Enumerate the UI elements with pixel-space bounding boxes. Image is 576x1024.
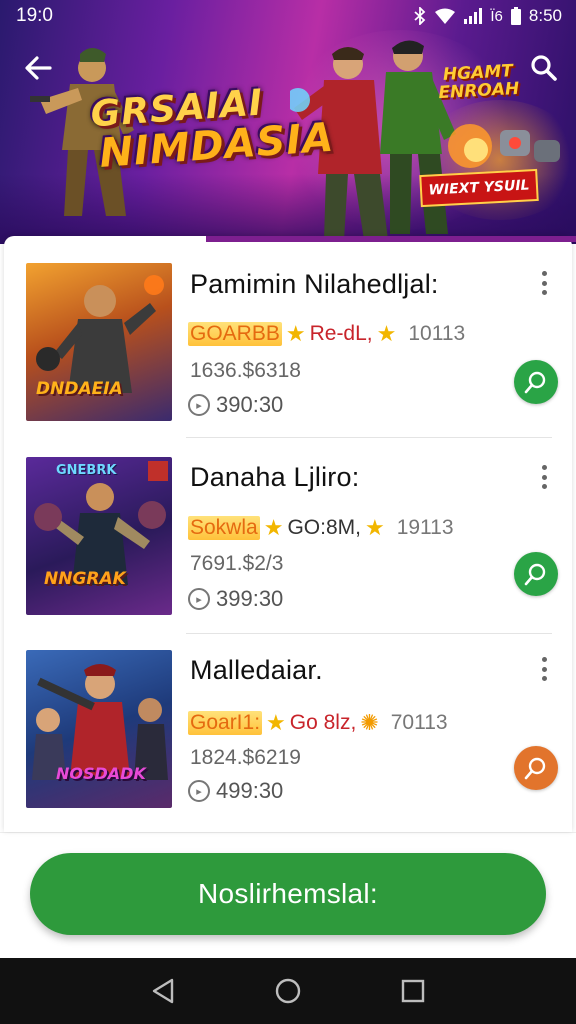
game-list: DNDAEIA Pamimin Nilahedljal: GOARBB ★ Re… [4,236,572,832]
game-tag: GOARBB [188,322,282,346]
nav-recents-button[interactable] [393,971,433,1011]
game-title[interactable]: Pamimin Nilahedljal: [190,269,439,300]
wifi-icon [435,8,456,24]
hero-progress-strip [206,236,576,242]
battery-icon [510,7,521,25]
game-count: 70113 [390,711,448,734]
circle-home-icon [275,978,301,1004]
arrow-left-icon [25,56,52,80]
star-icon: ★ [285,321,306,346]
triangle-back-icon [152,978,173,1004]
duration-value: 499:30 [216,778,284,803]
hero-game-logo: GRSAIAI NIMDASIA [89,78,335,178]
list-item[interactable]: GNEBRK NNGRAK Danaha Ljliro: Sokwla ★ GO… [4,430,572,624]
bluetooth-icon [414,7,426,25]
clock-icon: ▸ [188,394,210,416]
more-options-button[interactable] [536,654,552,684]
game-title[interactable]: Danaha Ljliro: [190,462,359,493]
game-thumbnail[interactable]: GNEBRK NNGRAK [26,457,172,615]
dot-icon [541,484,547,489]
play-button[interactable] [514,360,558,404]
more-options-button[interactable] [536,268,552,298]
status-icons: Ï6 8:50 [414,6,562,26]
app-screen: GRSAIAI NIMDASIA HGAMT ENROAH WIEXT YSUI… [0,0,576,1024]
game-count: 19113 [396,516,454,539]
search-icon [531,55,557,81]
dot-icon [541,465,547,470]
dot-icon [541,666,547,672]
burst-icon: ✺ [360,710,379,735]
game-thumbnail[interactable]: NOSDADK [26,650,172,808]
dot-icon [541,676,547,681]
hero-cta-button[interactable]: WIEXT YSUIL [419,168,539,208]
duration-value: 399:30 [216,586,284,611]
search-button[interactable] [526,50,562,86]
dot-icon [541,290,547,295]
nav-home-button[interactable] [268,971,308,1011]
game-tag: GoarI1: [188,711,263,735]
game-meta: Sokwla ★ GO:8M, ★ 19113 [188,515,454,541]
dot-icon [541,474,547,480]
game-duration: ▸ 499:30 [188,778,283,804]
game-count: 10113 [408,322,466,345]
status-time-left: 19:0 [16,5,53,26]
game-size: 7691.$2/3 [190,552,284,575]
game-title[interactable]: Malledaiar. [190,655,323,686]
game-size: 1824.$6219 [190,746,301,769]
duration-value: 390:30 [216,392,284,417]
back-button[interactable] [20,50,56,86]
signal-icon [464,8,483,24]
play-button[interactable] [514,746,558,790]
star-icon: ★ [376,321,397,346]
star-icon: ★ [364,515,385,540]
system-nav-bar [0,958,576,1024]
game-meta: GoarI1: ★ Go 8lz, ✺ 70113 [188,710,448,736]
game-meta: GOARBB ★ Re-dL, ★ 10113 [188,321,465,347]
game-genre: Go 8lz, [289,711,357,734]
play-search-icon [524,563,546,586]
hero-badge-line2: ENROAH [438,78,520,104]
more-options-button[interactable] [536,462,552,492]
dot-icon [541,657,547,662]
play-search-icon [524,757,546,780]
thumbnail-art [34,461,168,585]
play-button[interactable] [514,552,558,596]
status-bar: 19:0 Ï6 8:50 [0,0,576,32]
primary-action-button[interactable]: Noslirhemslal: [30,853,546,935]
game-size: 1636.$6318 [190,359,301,382]
hero-badge: HGAMT ENROAH [437,61,520,104]
game-duration: ▸ 399:30 [188,586,283,612]
game-genre: GO:8M, [287,516,361,539]
thumbnail-title: NNGRAK [44,569,126,589]
thumbnail-title: DNDAEIA [36,379,123,399]
star-icon: ★ [263,515,284,540]
status-network: Ï6 [490,7,503,25]
nav-back-button[interactable] [143,971,183,1011]
list-item[interactable]: NOSDADK Malledaiar. GoarI1: ★ Go 8lz, ✺ … [4,626,572,820]
thumbnail-art [32,664,168,780]
game-tag: Sokwla [188,516,260,540]
dot-icon [541,271,547,276]
status-time-right: 8:50 [528,6,562,25]
clock-icon: ▸ [188,588,210,610]
clock-icon: ▸ [188,780,210,802]
game-duration: ▸ 390:30 [188,392,283,418]
play-search-icon [524,371,546,394]
hero-banner[interactable]: GRSAIAI NIMDASIA HGAMT ENROAH WIEXT YSUI… [0,0,576,244]
list-item[interactable]: DNDAEIA Pamimin Nilahedljal: GOARBB ★ Re… [4,236,572,430]
game-genre: Re-dL, [309,322,373,345]
thumbnail-title: NOSDADK [56,764,146,783]
star-icon: ★ [266,710,286,735]
game-thumbnail[interactable]: DNDAEIA [26,263,172,421]
square-recents-icon [402,979,425,1003]
dot-icon [541,280,547,286]
